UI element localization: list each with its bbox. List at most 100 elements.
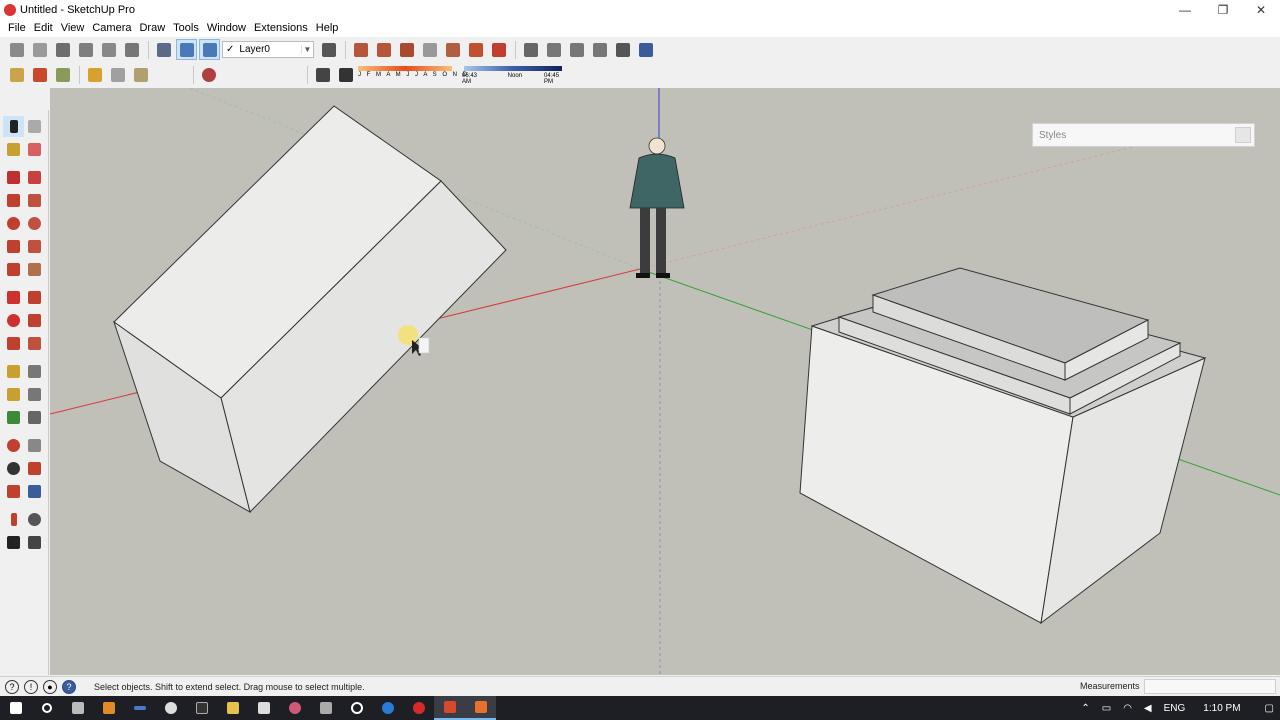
tape-measure-tool[interactable] — [3, 361, 24, 382]
three-point-arc-tool[interactable] — [3, 259, 24, 280]
style-monochrome-button[interactable] — [488, 39, 509, 60]
dimension-tool[interactable] — [24, 361, 45, 382]
style-wireframe-button[interactable] — [396, 39, 417, 60]
task-view-button[interactable] — [62, 696, 93, 720]
solid-union-button[interactable] — [84, 64, 105, 85]
arc-tool[interactable] — [3, 236, 24, 257]
axes-button[interactable] — [153, 39, 174, 60]
sandbox-from-scratch-button[interactable] — [29, 64, 50, 85]
look-around-tool[interactable] — [24, 509, 45, 530]
clock[interactable]: 1:10 PM — [1203, 703, 1240, 714]
opera-button[interactable] — [403, 696, 434, 720]
menu-tools[interactable]: Tools — [169, 22, 203, 34]
select-tool[interactable] — [3, 116, 24, 137]
model-info-button[interactable] — [6, 39, 27, 60]
section-plane-button[interactable] — [198, 64, 219, 85]
sketchup-taskbar-button[interactable] — [434, 696, 465, 720]
chrome-button[interactable] — [341, 696, 372, 720]
instructor-icon[interactable]: ? — [62, 679, 76, 694]
warehouse-button[interactable] — [520, 39, 541, 60]
share-component-button[interactable] — [566, 39, 587, 60]
paint-bucket-tool[interactable] — [3, 139, 24, 160]
menu-window[interactable]: Window — [203, 22, 250, 34]
scale-tool[interactable] — [3, 333, 24, 354]
scale-figure[interactable] — [629, 137, 685, 278]
pie-tool[interactable] — [24, 259, 45, 280]
3d-text-tool[interactable] — [24, 407, 45, 428]
menu-edit[interactable]: Edit — [30, 22, 57, 34]
freehand-tool[interactable] — [24, 167, 45, 188]
styles-panel[interactable]: Styles — [1032, 123, 1255, 147]
start-button[interactable] — [0, 696, 31, 720]
taskbar-app-5[interactable] — [279, 696, 310, 720]
style-back-edges-button[interactable] — [373, 39, 394, 60]
styles-panel-collapse-button[interactable] — [1235, 127, 1251, 143]
share-model-button[interactable] — [543, 39, 564, 60]
position-camera-tool[interactable] — [3, 509, 24, 530]
battery-icon[interactable]: ▭ — [1102, 703, 1111, 714]
solid-subtract-button[interactable] — [107, 64, 128, 85]
circle-tool[interactable] — [3, 213, 24, 234]
file-explorer-button[interactable] — [217, 696, 248, 720]
search-button[interactable] — [31, 696, 62, 720]
offset-tool[interactable] — [24, 333, 45, 354]
wireframe-button[interactable] — [199, 39, 220, 60]
zoom-window-tool[interactable] — [24, 458, 45, 479]
volume-icon[interactable]: ◀ — [1144, 703, 1152, 714]
taskbar-app-7[interactable] — [465, 696, 496, 720]
axes-tool[interactable] — [3, 407, 24, 428]
top-view-button[interactable] — [52, 39, 73, 60]
user-icon[interactable]: ● — [43, 679, 57, 694]
notifications-icon[interactable]: ▢ — [1265, 703, 1274, 714]
solid-trim-button[interactable] — [130, 64, 151, 85]
xray-button[interactable] — [176, 39, 197, 60]
shadow-toggle-button[interactable] — [335, 64, 356, 85]
style-hidden-line-button[interactable] — [419, 39, 440, 60]
protractor-tool[interactable] — [3, 384, 24, 405]
right-view-button[interactable] — [98, 39, 119, 60]
front-view-button[interactable] — [75, 39, 96, 60]
smoove-button[interactable] — [52, 64, 73, 85]
layer-manager-button[interactable] — [318, 39, 339, 60]
zoom-extents-tool[interactable] — [3, 481, 24, 502]
iso-view-button[interactable] — [29, 39, 50, 60]
menu-draw[interactable]: Draw — [135, 22, 169, 34]
minimize-button[interactable]: — — [1166, 0, 1204, 19]
measurements-input[interactable] — [1144, 679, 1276, 694]
back-view-button[interactable] — [121, 39, 142, 60]
time-slider[interactable] — [464, 65, 562, 71]
sandbox-from-contours-button[interactable] — [6, 64, 27, 85]
close-button[interactable]: ✕ — [1242, 0, 1280, 19]
taskbar-app-2[interactable] — [124, 696, 155, 720]
taskbar-app-1[interactable] — [93, 696, 124, 720]
rotate-tool[interactable] — [3, 310, 24, 331]
taskbar-app-6[interactable] — [310, 696, 341, 720]
component-tool[interactable] — [24, 116, 45, 137]
two-point-arc-tool[interactable] — [24, 236, 45, 257]
shadow-settings-button[interactable] — [312, 64, 333, 85]
chevron-up-icon[interactable]: ⌃ — [1081, 703, 1089, 714]
line-tool[interactable] — [3, 167, 24, 188]
move-tool[interactable] — [3, 287, 24, 308]
push-pull-tool[interactable] — [24, 287, 45, 308]
menu-camera[interactable]: Camera — [88, 22, 135, 34]
geo-location-icon[interactable]: ? — [5, 679, 19, 694]
taskbar-app-4[interactable] — [186, 696, 217, 720]
wifi-icon[interactable]: ◠ — [1123, 703, 1132, 714]
credits-icon[interactable]: ! — [24, 679, 38, 694]
language-indicator[interactable]: ENG — [1164, 703, 1186, 714]
extension-manager-button[interactable] — [635, 39, 656, 60]
calculator-button[interactable] — [248, 696, 279, 720]
rectangle-tool[interactable] — [3, 190, 24, 211]
zoom-tool[interactable] — [3, 458, 24, 479]
layer-dropdown[interactable]: ✓ Layer0 ▼ — [222, 41, 314, 58]
pan-tool[interactable] — [24, 435, 45, 456]
month-slider[interactable] — [358, 65, 452, 71]
orbit-tool[interactable] — [3, 435, 24, 456]
previous-view-tool[interactable] — [24, 481, 45, 502]
style-shaded-button[interactable] — [442, 39, 463, 60]
layout-send-button[interactable] — [612, 39, 633, 60]
text-tool[interactable] — [24, 384, 45, 405]
rotated-rectangle-tool[interactable] — [24, 190, 45, 211]
walk-tool[interactable] — [3, 532, 24, 553]
